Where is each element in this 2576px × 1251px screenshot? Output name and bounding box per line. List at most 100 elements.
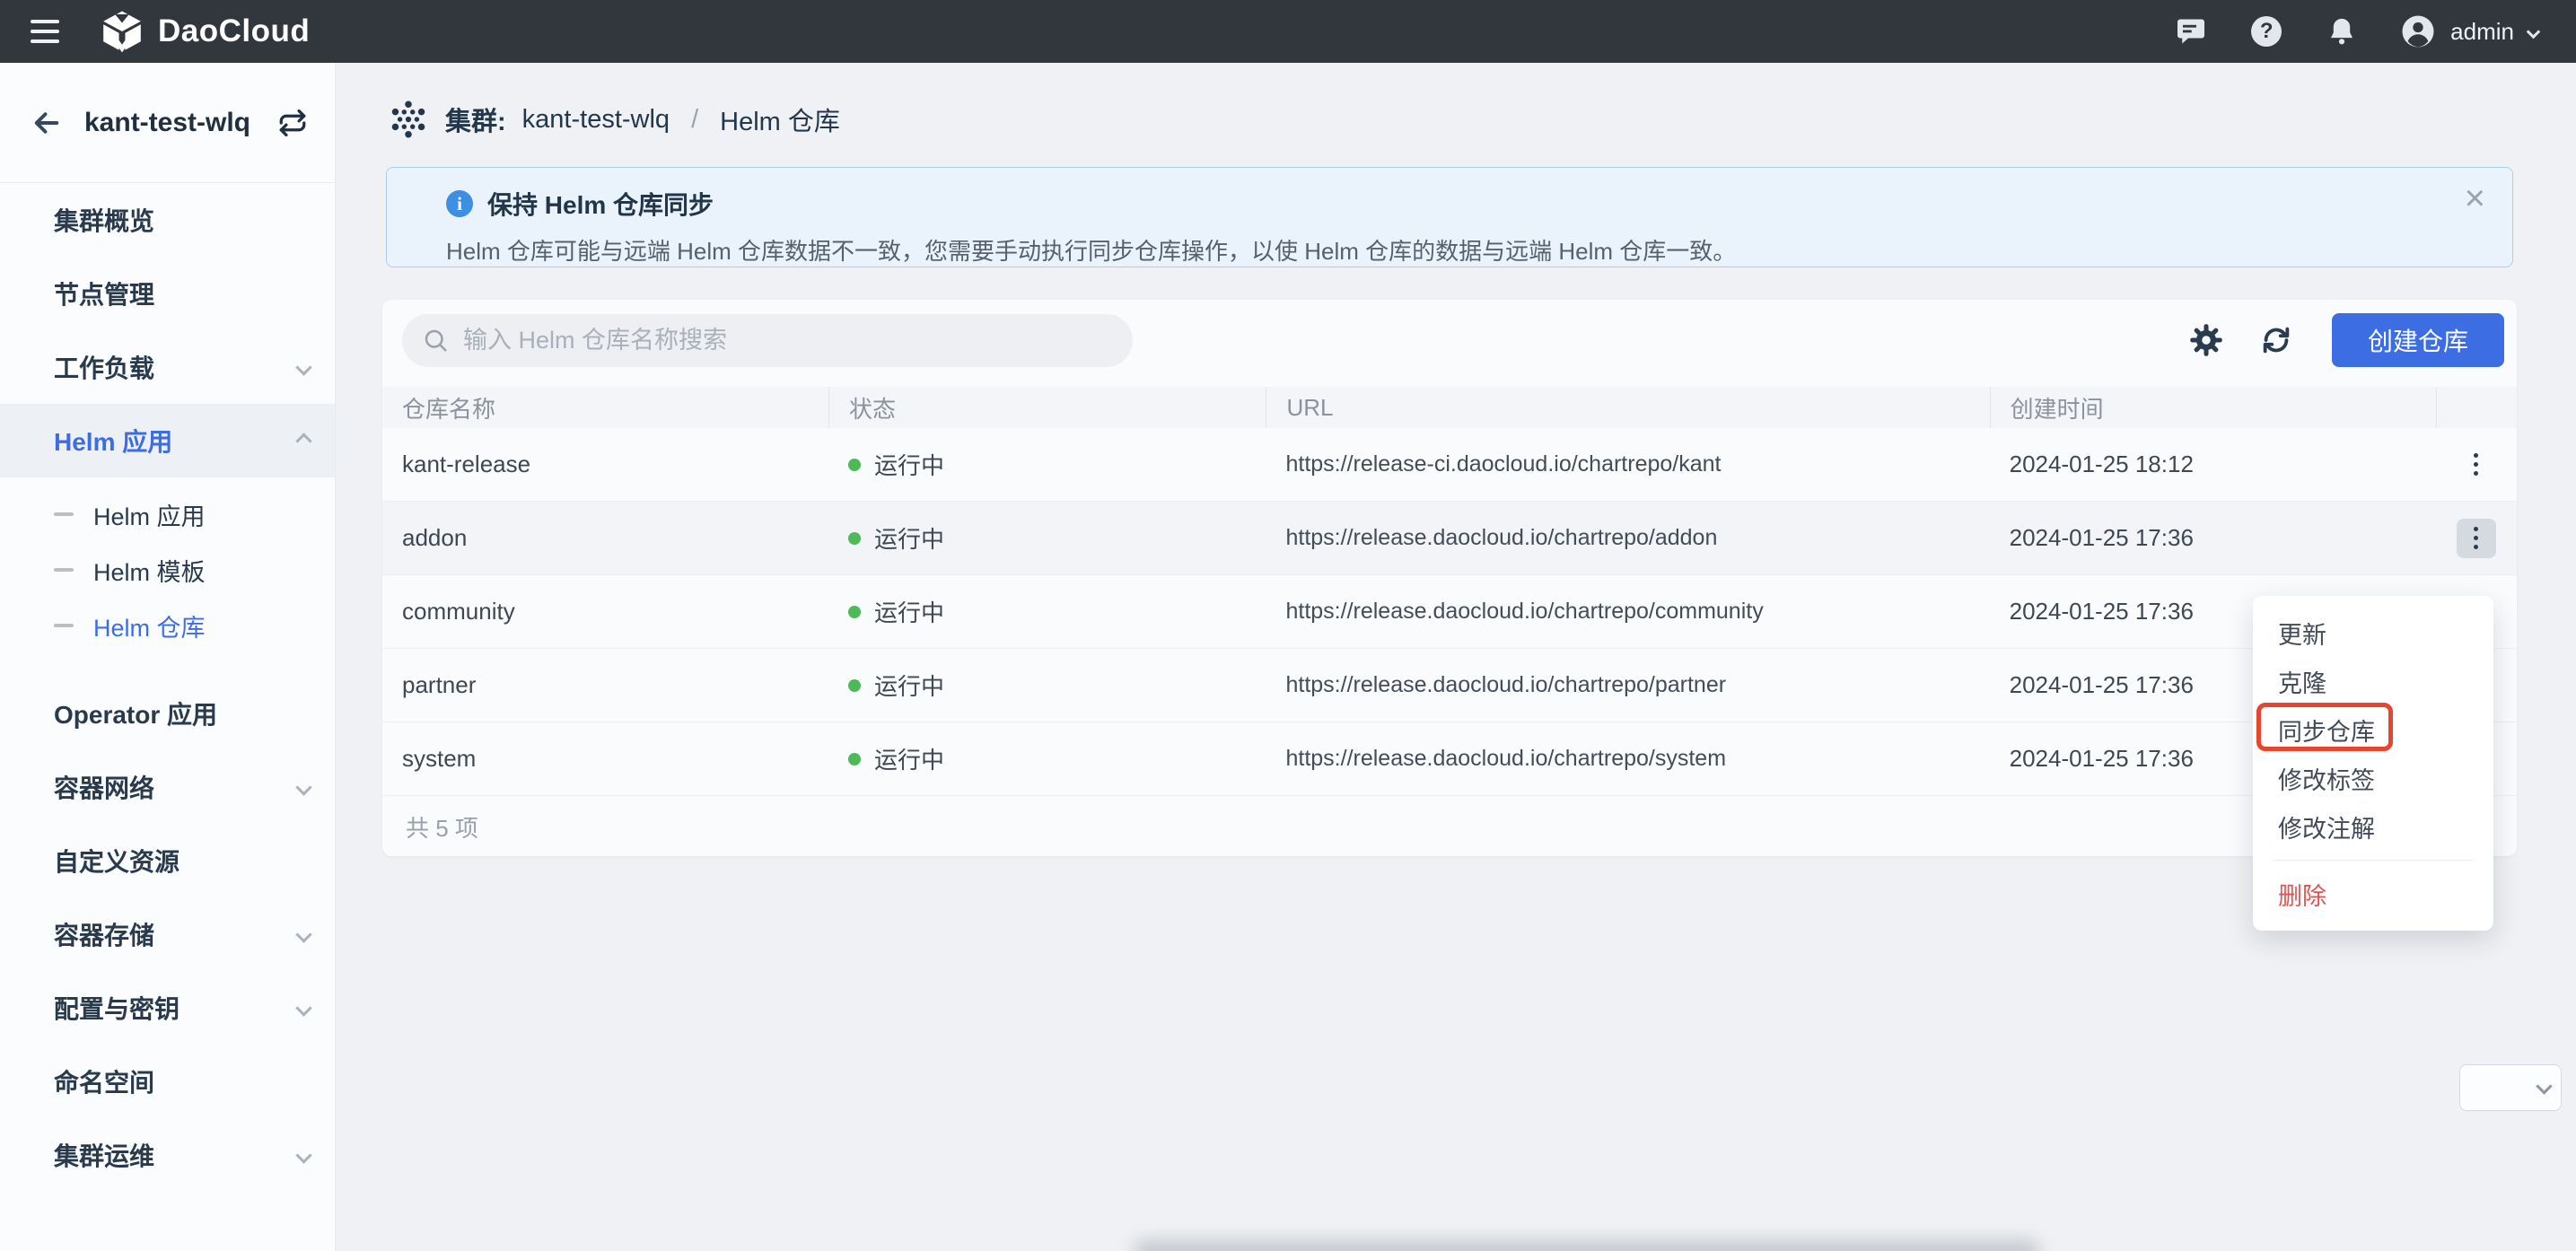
row-actions-kebab-icon[interactable] [2457, 445, 2496, 485]
chevron-down-icon [295, 1147, 311, 1163]
user-name: admin [2450, 18, 2514, 46]
sidebar-item-namespaces[interactable]: 命名空间 [0, 1045, 335, 1118]
repo-name[interactable]: kant-release [382, 451, 828, 478]
sidebar-subitem-helm-repos[interactable]: Helm 仓库 [0, 598, 335, 653]
menu-item-edit-labels[interactable]: 修改标签 [2253, 754, 2493, 802]
menu-item-edit-annotations[interactable]: 修改注解 [2253, 802, 2493, 851]
status-dot-icon [848, 459, 861, 471]
menu-item-clone[interactable]: 克隆 [2253, 657, 2493, 705]
breadcrumb-cluster[interactable]: kant-test-wlq [522, 105, 670, 135]
dash-icon [54, 568, 74, 572]
sidebar-item-cluster-overview[interactable]: 集群概览 [0, 183, 335, 257]
status-dot-icon [848, 679, 861, 692]
search-icon [422, 327, 449, 354]
sidebar-item-custom-resources[interactable]: 自定义资源 [0, 824, 335, 897]
breadcrumb: 集群: kant-test-wlq / Helm 仓库 [388, 99, 2576, 140]
status-dot-icon [848, 753, 861, 765]
repo-table: 仓库名称 状态 URL 创建时间 kant-release 运行中 https:… [382, 387, 2517, 857]
dash-icon [54, 512, 74, 516]
info-banner: i 保持 Helm 仓库同步 Helm 仓库可能与远端 Helm 仓库数据不一致… [386, 167, 2513, 267]
notifications-bell-icon[interactable] [2325, 14, 2359, 48]
chevron-up-icon [295, 433, 311, 449]
sidebar-subitem-helm-templates[interactable]: Helm 模板 [0, 542, 335, 598]
menu-item-delete[interactable]: 删除 [2253, 870, 2493, 918]
sidebar-item-helm-apps[interactable]: Helm 应用 [0, 404, 335, 477]
repo-url: https://release.daocloud.io/chartrepo/sy… [1266, 746, 1989, 772]
helm-repo-card: 创建仓库 仓库名称 状态 URL 创建时间 kant-release 运行中 h… [382, 300, 2517, 856]
row-actions-kebab-icon-active[interactable] [2457, 519, 2496, 558]
daocloud-logo-icon [99, 8, 145, 55]
menu-item-update[interactable]: 更新 [2253, 608, 2493, 657]
dash-icon [54, 624, 74, 627]
banner-body: Helm 仓库可能与远端 Helm 仓库数据不一致，您需要手动执行同步仓库操作，… [446, 233, 2512, 267]
repo-name[interactable]: addon [382, 524, 828, 552]
table-row: partner 运行中 https://release.daocloud.io/… [382, 649, 2517, 722]
column-header-name: 仓库名称 [382, 387, 828, 428]
column-header-url: URL [1266, 387, 1989, 428]
sidebar-item-node-management[interactable]: 节点管理 [0, 257, 335, 330]
table-header: 仓库名称 状态 URL 创建时间 [382, 387, 2517, 428]
cluster-name: kant-test-wlq [84, 108, 250, 138]
info-icon: i [446, 190, 473, 217]
cluster-dots-icon [388, 99, 429, 140]
repo-created: 2024-01-25 17:36 [1990, 524, 2436, 552]
menu-item-sync-repo[interactable]: 同步仓库 [2253, 705, 2493, 754]
status-dot-icon [848, 532, 861, 545]
search-input[interactable] [461, 326, 1113, 355]
switch-cluster-icon[interactable] [277, 108, 308, 138]
chevron-down-icon [295, 359, 311, 375]
help-icon[interactable]: ? [2249, 14, 2283, 48]
user-chevron-down-icon [2527, 24, 2541, 39]
repo-created: 2024-01-25 18:12 [1990, 451, 2436, 478]
back-arrow-icon[interactable] [31, 107, 63, 139]
table-row: system 运行中 https://release.daocloud.io/c… [382, 722, 2517, 796]
sidebar-subitem-helm-apps[interactable]: Helm 应用 [0, 486, 335, 542]
banner-title: 保持 Helm 仓库同步 [487, 186, 714, 222]
chat-feedback-icon[interactable] [2174, 14, 2208, 48]
hamburger-menu-icon[interactable] [31, 20, 59, 43]
repo-status: 运行中 [828, 669, 1266, 702]
sidebar-item-container-storage[interactable]: 容器存储 [0, 897, 335, 971]
repo-url: https://release-ci.daocloud.io/chartrepo… [1266, 451, 1989, 477]
sidebar: kant-test-wlq 集群概览 节点管理 工作负载 Helm 应用 Hel… [0, 63, 336, 1251]
sidebar-item-operator-apps[interactable]: Operator 应用 [0, 677, 335, 750]
refresh-icon[interactable] [2258, 322, 2294, 358]
repo-name[interactable]: system [382, 745, 828, 773]
row-context-menu: 更新 克隆 同步仓库 修改标签 修改注解 删除 [2253, 596, 2493, 931]
main-content: 集群: kant-test-wlq / Helm 仓库 i 保持 Helm 仓库… [336, 63, 2576, 1251]
search-box [402, 314, 1133, 367]
toolbar: 创建仓库 [382, 300, 2517, 367]
total-count: 共 5 项 [406, 810, 478, 844]
repo-url: https://release.daocloud.io/chartrepo/pa… [1266, 672, 1989, 698]
pagination-bar: 共 5 项 ‹ 1 / 1 [382, 796, 2517, 857]
column-header-status: 状态 [828, 387, 1266, 428]
repo-url: https://release.daocloud.io/chartrepo/ad… [1266, 525, 1989, 551]
create-repo-button[interactable]: 创建仓库 [2332, 313, 2504, 367]
table-row: community 运行中 https://release.daocloud.i… [382, 575, 2517, 649]
settings-gear-icon[interactable] [2188, 322, 2224, 358]
user-menu[interactable]: admin [2400, 13, 2538, 49]
daocloud-console: DaoCloud ? [0, 0, 2576, 1251]
repo-status: 运行中 [828, 521, 1266, 555]
helm-submenu: Helm 应用 Helm 模板 Helm 仓库 [0, 477, 335, 677]
sidebar-item-config-secrets[interactable]: 配置与密钥 [0, 971, 335, 1045]
sidebar-item-workloads[interactable]: 工作负载 [0, 330, 335, 404]
sidebar-header: kant-test-wlq [0, 63, 335, 183]
column-header-created: 创建时间 [1990, 387, 2436, 428]
repo-url: https://release.daocloud.io/chartrepo/co… [1266, 599, 1989, 625]
banner-close-icon[interactable]: × [2465, 180, 2485, 216]
sidebar-nav: 集群概览 节点管理 工作负载 Helm 应用 Helm 应用 Helm 模板 H… [0, 183, 335, 1192]
repo-status: 运行中 [828, 448, 1266, 481]
brand: DaoCloud [99, 8, 310, 55]
menu-divider [2273, 860, 2474, 861]
chevron-down-icon [295, 779, 311, 795]
page-size-select[interactable] [2459, 1064, 2562, 1111]
table-row-active: addon 运行中 https://release.daocloud.io/ch… [382, 502, 2517, 575]
chevron-down-icon [295, 926, 311, 942]
breadcrumb-current: Helm 仓库 [720, 101, 840, 138]
sidebar-item-cluster-ops[interactable]: 集群运维 [0, 1118, 335, 1192]
brand-name: DaoCloud [158, 13, 310, 49]
repo-name[interactable]: partner [382, 671, 828, 699]
repo-name[interactable]: community [382, 598, 828, 626]
sidebar-item-container-network[interactable]: 容器网络 [0, 750, 335, 824]
